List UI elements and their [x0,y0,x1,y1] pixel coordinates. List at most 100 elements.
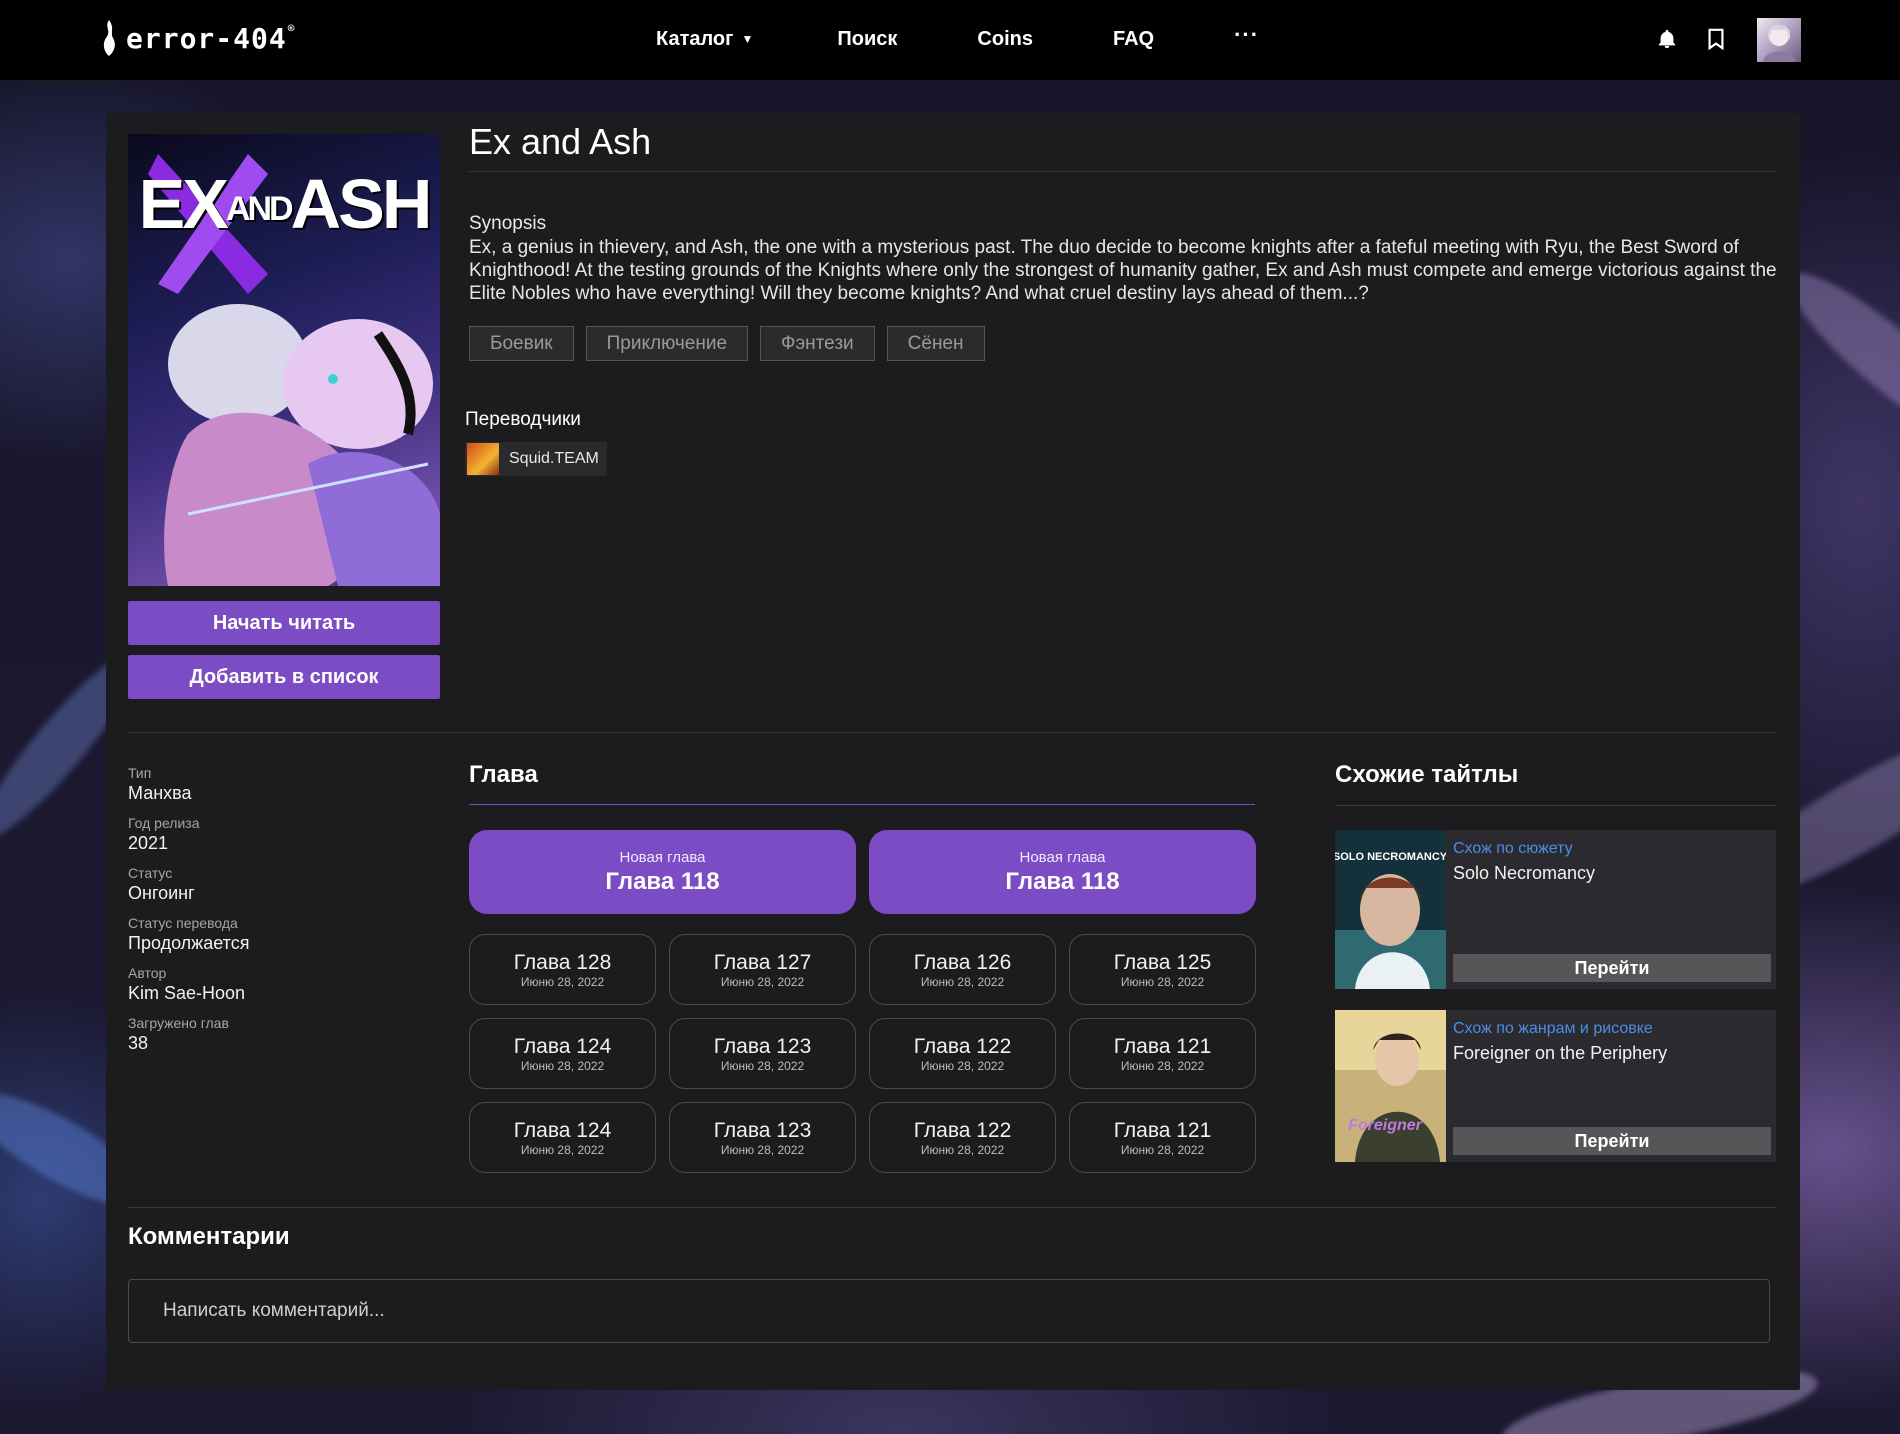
info-value: Манхва [128,783,192,803]
similar-divider [1335,805,1776,806]
genre-tag[interactable]: Сёнен [886,326,985,361]
comment-input[interactable] [128,1279,1770,1343]
info-value: 38 [128,1033,149,1053]
nav-more-button[interactable]: ··· [1234,22,1259,48]
chapter-item[interactable]: Глава 124 Июню 28, 2022 [469,1018,656,1089]
translator-chip[interactable]: Squid.TEAM [465,442,607,476]
info-release-year: Год релиза 2021 [128,815,388,855]
chapter-item[interactable]: Глава 123 Июню 28, 2022 [669,1018,856,1089]
new-chapter-button[interactable]: Новая глава Глава 118 [469,830,856,914]
info-label: Автор [128,965,167,981]
chapter-name: Глава 122 [913,1118,1012,1142]
chapter-name: Глава 123 [713,1118,812,1142]
info-type: Тип Манхва [128,765,388,805]
main-nav: Каталог ▼ Поиск Coins FAQ ··· [656,0,1259,78]
title-divider [469,171,1775,172]
section-divider [128,732,1776,733]
info-status: Статус Онгоинг [128,865,388,905]
info-chapters-uploaded: Загружено глав 38 [128,1015,388,1055]
info-label: Статус [128,865,173,881]
chapter-name: Глава 122 [913,1034,1012,1058]
bookmark-icon[interactable] [1703,26,1729,52]
genre-tag[interactable]: Приключение [585,326,749,361]
chapter-list: Глава 128 Июню 28, 2022 Глава 127 Июню 28,… [469,934,1256,1173]
nav-coins[interactable]: Coins [977,28,1033,51]
flame-logo-icon [103,20,115,56]
translators-heading: Переводчики [465,409,581,430]
new-chapter-label: Новая глава [619,848,706,866]
chapter-item[interactable]: Глава 122 Июню 28, 2022 [869,1018,1056,1089]
info-value: 2021 [128,833,169,853]
chapter-date: Июню 28, 2022 [1120,974,1205,989]
info-label: Тип [128,765,152,781]
add-to-list-button[interactable]: Добавить в список [128,655,440,699]
chapter-name: Глава 124 [513,1034,612,1058]
synopsis-text: Ex, a genius in thievery, and Ash, the o… [469,237,1777,304]
genre-tag[interactable]: Боевик [469,326,574,361]
cover-title: EXANDASH [138,165,433,243]
similar-titles-heading: Схожие тайтлы [1335,761,1519,788]
info-author: Автор Kim Sae-Hoon [128,965,388,1005]
chapter-item[interactable]: Глава 124 Июню 28, 2022 [469,1102,656,1173]
go-to-title-button[interactable]: Перейти [1453,954,1771,982]
genre-tag[interactable]: Фэнтези [760,326,875,361]
info-translation-status: Статус перевода Продолжается [128,915,388,955]
nav-catalog[interactable]: Каталог ▼ [656,28,753,51]
similar-thumb-title: Foreigner [1348,1117,1423,1134]
info-value: Продолжается [128,933,250,953]
new-chapter-number: Глава 118 [1005,867,1120,895]
chapter-item[interactable]: Глава 127 Июню 28, 2022 [669,934,856,1005]
cover-image: EXANDASH [128,134,440,586]
similar-thumb-title: SOLO NECROMANCY [1335,851,1446,863]
chapter-name: Глава 124 [513,1118,612,1142]
similar-thumbnail[interactable]: SOLO NECROMANCY [1335,830,1448,989]
chapter-date: Июню 28, 2022 [920,1142,1005,1157]
chapter-name: Глава 121 [1113,1034,1212,1058]
go-to-title-button[interactable]: Перейти [1453,1127,1771,1155]
chapter-name: Глава 128 [513,950,612,974]
chapter-name: Глава 121 [1113,1118,1212,1142]
chapter-item[interactable]: Глава 128 Июню 28, 2022 [469,934,656,1005]
chapter-date: Июню 28, 2022 [1120,1058,1205,1073]
translator-name: Squid.TEAM [509,450,599,467]
nav-search[interactable]: Поиск [837,28,897,51]
new-chapter-label: Новая глава [1019,848,1106,866]
nav-faq[interactable]: FAQ [1113,28,1154,51]
similar-title-name: Solo Necromancy [1453,863,1596,883]
chapter-item[interactable]: Глава 121 Июню 28, 2022 [1069,1018,1256,1089]
similarity-kind-link[interactable]: Схож по жанрам и рисовке [1453,1020,1653,1038]
title-info: Тип Манхва Год релиза 2021 Статус Онгоин… [128,765,388,1065]
start-reading-button[interactable]: Начать читать [128,601,440,645]
chapter-item[interactable]: Глава 123 Июню 28, 2022 [669,1102,856,1173]
similar-title-card: SOLO NECROMANCY Схож по сюжету Solo Necr… [1335,830,1776,989]
similarity-kind-link[interactable]: Схож по сюжету [1453,840,1573,858]
chapter-item[interactable]: Глава 126 Июню 28, 2022 [869,934,1056,1005]
new-chapter-button[interactable]: Новая глава Глава 118 [869,830,1256,914]
chapters-heading: Глава [469,761,538,788]
chapter-date: Июню 28, 2022 [720,974,805,989]
info-value: Kim Sae-Hoon [128,983,246,1003]
chapters-divider [469,804,1255,805]
chapter-date: Июню 28, 2022 [520,1142,605,1157]
logo-text: error-404® [126,21,296,55]
info-label: Загружено глав [128,1015,229,1031]
info-value: Онгоинг [128,883,195,903]
bell-icon[interactable] [1654,26,1680,52]
site-logo[interactable]: error-404® [98,8,295,68]
chapter-name: Глава 126 [913,950,1012,974]
similar-thumbnail[interactable]: Foreigner [1335,1010,1446,1162]
genre-tags: Боевик Приключение Фэнтези Сёнен [469,326,985,361]
chapter-item[interactable]: Глава 121 Июню 28, 2022 [1069,1102,1256,1173]
chapter-item[interactable]: Глава 122 Июню 28, 2022 [869,1102,1056,1173]
top-navigation-bar: error-404® Каталог ▼ Поиск Coins FAQ ··· [0,0,1900,81]
chapter-date: Июню 28, 2022 [520,1058,605,1073]
chapter-date: Июню 28, 2022 [720,1142,805,1157]
chapter-name: Глава 127 [713,950,812,974]
caret-down-icon: ▼ [741,32,754,46]
synopsis-heading: Synopsis [469,213,547,234]
new-chapter-number: Глава 118 [605,867,720,895]
chapter-item[interactable]: Глава 125 Июню 28, 2022 [1069,934,1256,1005]
info-label: Год релиза [128,815,200,831]
chapter-date: Июню 28, 2022 [1120,1142,1205,1157]
user-avatar[interactable] [1757,18,1801,62]
